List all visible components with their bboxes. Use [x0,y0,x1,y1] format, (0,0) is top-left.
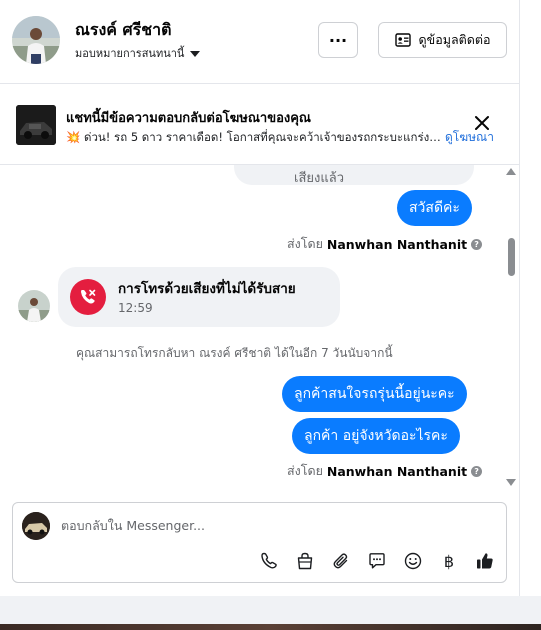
paperclip-icon[interactable] [330,550,352,572]
payment-baht-icon[interactable]: ฿ [438,550,460,572]
sent-by-prefix: ส่งโดย [287,463,323,478]
missed-call-title: การโทรด้วยเสียงที่ไม่ได้รับสาย [118,281,296,297]
missed-call-card[interactable]: การโทรด้วยเสียงที่ไม่ได้รับสาย 12:59 [58,267,340,327]
sent-by-label: ส่งโดย Nanwhan Nanthanit ? [287,234,483,254]
more-options-button[interactable]: ··· [318,22,358,58]
page-avatar [22,512,50,540]
view-contact-button[interactable]: ดูข้อมูลติดต่อ [378,22,507,58]
caret-down-icon [190,50,201,57]
contact-name: ณรงค์ ศรีชาติ [75,20,172,39]
sent-by-name: Nanwhan Nanthanit [326,236,468,252]
taskbar-edge [0,624,541,630]
missed-call-icon [70,279,106,315]
ad-thumbnail [16,105,56,145]
phone-icon[interactable] [258,550,280,572]
ad-notice-title: แชทนี้มีข้อความตอบกลับต่อโฆษณาของคุณ [66,111,311,126]
message-composer: ฿ [12,502,507,583]
more-options-label: ··· [328,30,348,50]
outgoing-message-bubble[interactable]: ลูกค้า อยู่จังหวัดอะไรคะ [292,418,460,454]
outgoing-message-bubble[interactable]: สวัสดีค่ะ [397,190,472,226]
help-icon[interactable]: ? [471,238,483,250]
incoming-message-bubble[interactable]: เสียงแล้ว [234,165,474,186]
sent-by-name: Nanwhan Nanthanit [326,463,468,479]
contact-avatar[interactable] [12,16,60,64]
scroll-up-arrow[interactable] [506,168,516,175]
message-text: ลูกค้าสนใจรถรุ่นนี้อยู่นะคะ [294,386,455,402]
reply-input[interactable] [61,513,481,537]
sent-by-prefix: ส่งโดย [287,236,323,251]
ad-reply-notice: แชทนี้มีข้อความตอบกลับต่อโฆษณาของคุณ 💥 ด… [0,85,519,165]
missed-call-time: 12:59 [118,301,153,315]
conversation-panel: ณรงค์ ศรีชาติ มอบหมายการสนทนานี้ ··· ดูข… [0,0,519,596]
message-text: เสียงแล้ว [294,171,344,186]
message-thread[interactable]: เสียงแล้ว สวัสดีค่ะ ส่งโดย Nanwhan Nanth… [0,165,519,491]
message-text: สวัสดีค่ะ [409,200,460,216]
sent-by-label: ส่งโดย Nanwhan Nanthanit ? [287,461,483,481]
contact-card-icon [394,33,411,47]
scroll-down-arrow[interactable] [506,479,516,486]
callback-notice: คุณสามารถโทรกลับหา ณรงค์ ศรีชาติ ได้ในอี… [76,346,393,360]
window-edge [519,0,541,596]
ad-notice-text: 💥 ด่วน! รถ 5 ดาว ราคาเดือด! โอกาสที่คุณจ… [66,130,442,144]
page-background [0,596,541,630]
outgoing-message-bubble[interactable]: ลูกค้าสนใจรถรุ่นนี้อยู่นะคะ [282,376,467,412]
conversation-header: ณรงค์ ศรีชาติ มอบหมายการสนทนานี้ ··· ดูข… [0,0,519,84]
like-icon[interactable] [474,550,496,572]
shopping-bag-icon[interactable] [294,550,316,572]
assign-conversation-dropdown[interactable]: มอบหมายการสนทนานี้ [75,44,201,62]
saved-replies-icon[interactable] [366,550,388,572]
scrollbar-thumb[interactable] [508,238,515,276]
assign-label: มอบหมายการสนทนานี้ [75,47,185,60]
help-icon[interactable]: ? [471,465,483,477]
baht-symbol: ฿ [443,551,455,571]
message-text: ลูกค้า อยู่จังหวัดอะไรคะ [304,428,448,444]
contact-avatar-small [18,290,50,322]
emoji-icon[interactable] [402,550,424,572]
view-contact-label: ดูข้อมูลติดต่อ [418,32,491,47]
close-icon[interactable] [473,114,491,132]
